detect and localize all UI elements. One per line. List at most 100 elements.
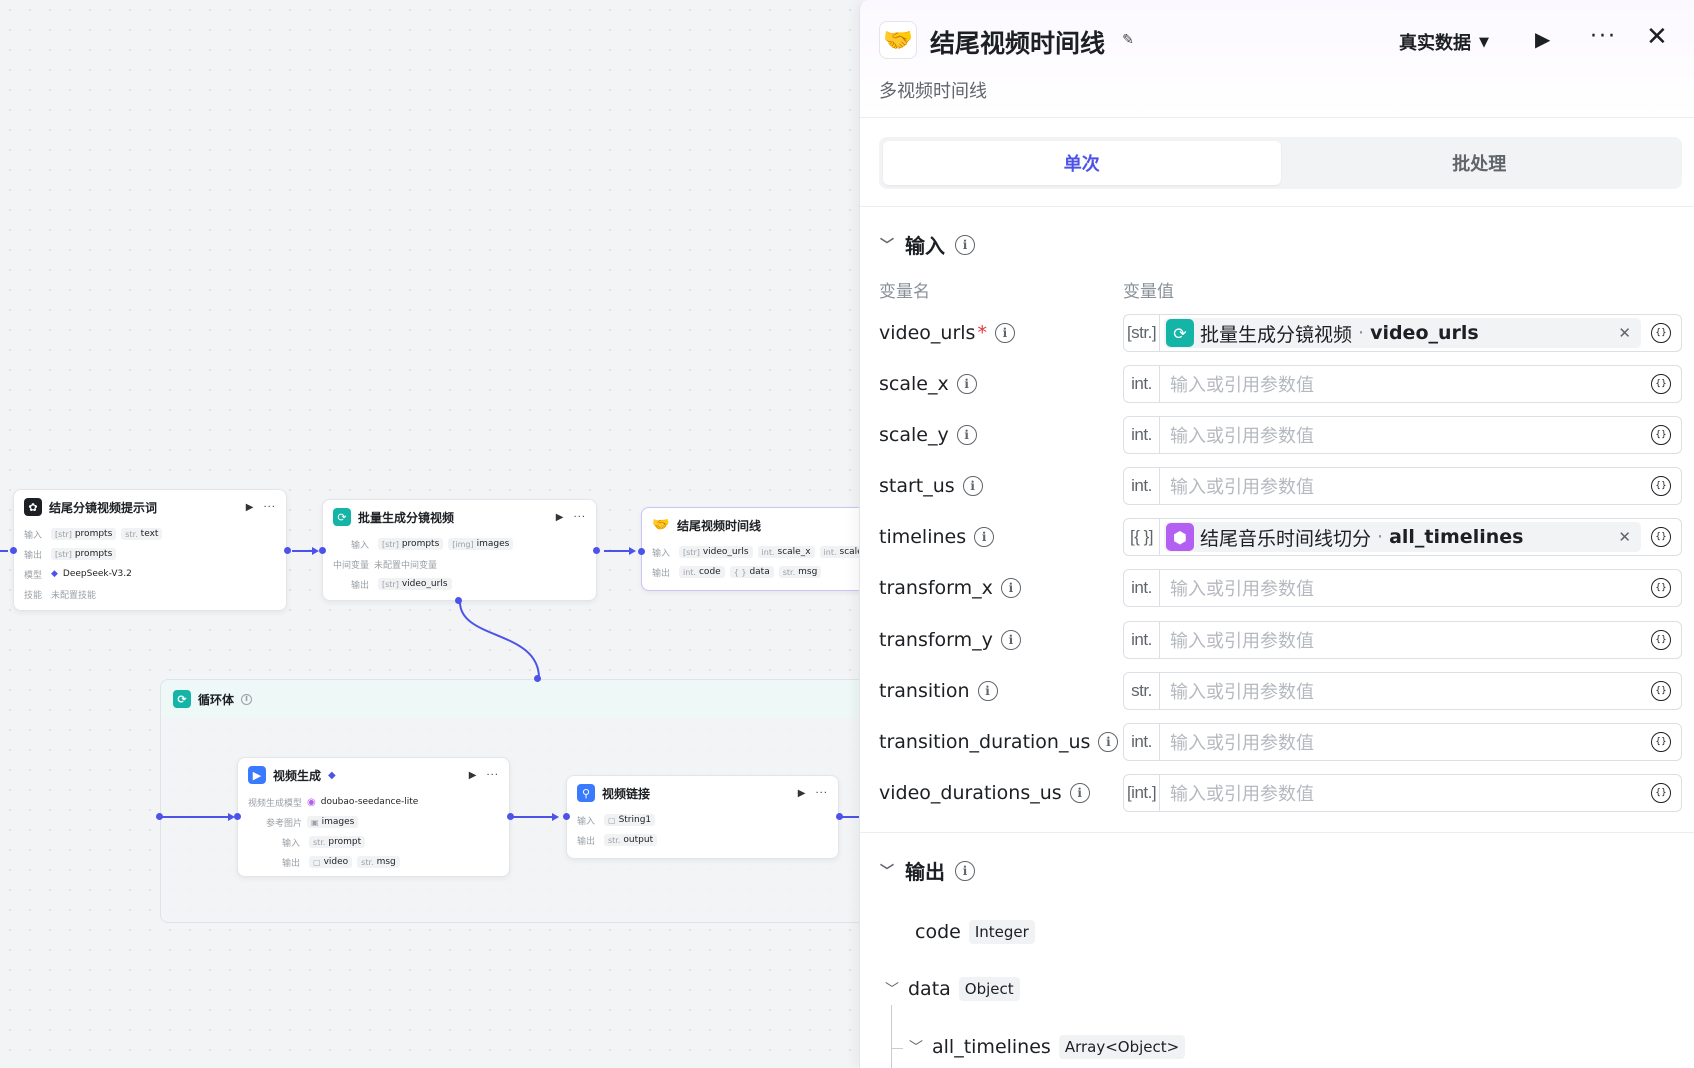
node-model-row: 模型 ◆ DeepSeek-V3.2: [14, 564, 286, 584]
info-icon[interactable]: i: [977, 681, 998, 701]
node-ending-video-timeline[interactable]: 🤝 结尾视频时间线 输入 [str] video_urls int. scale_x…: [638, 507, 860, 591]
type-badge: str.: [1124, 673, 1160, 709]
param-value-field[interactable]: int. 输入或引用参数值 {}: [1123, 621, 1682, 659]
info-icon[interactable]: i: [955, 860, 975, 881]
chevron-down-icon[interactable]: ﹀: [884, 979, 900, 999]
reference-chip[interactable]: ⬢ 结尾音乐时间线切分 · all_timelines ✕: [1164, 522, 1641, 552]
panel-title[interactable]: 结尾视频时间线: [930, 24, 1105, 60]
info-icon[interactable]: i: [1000, 630, 1021, 650]
data-mode-dropdown[interactable]: 真实数据 ▼: [1399, 29, 1489, 55]
input-port[interactable]: [638, 548, 645, 555]
variable-ref-button[interactable]: {}: [1641, 630, 1681, 650]
param-value-field[interactable]: int. 输入或引用参数值 {}: [1123, 416, 1682, 454]
output-item-data[interactable]: ﹀ data Object: [884, 977, 1020, 1001]
input-port[interactable]: [319, 547, 326, 554]
output-section-title: 输出: [905, 860, 945, 884]
input-port[interactable]: [234, 813, 241, 820]
output-port[interactable]: [836, 813, 843, 820]
clear-icon[interactable]: ✕: [1618, 528, 1631, 546]
variable-ref-button[interactable]: {}: [1641, 681, 1681, 701]
node-ending-storyboard-prompt[interactable]: ✿ 结尾分镜视频提示词 ▶ ··· 输入 [str] prompts str. tex…: [10, 489, 291, 611]
node-video-link[interactable]: ⚲ 视频链接 ▶ ··· 输入 ▢ String1 输出 str. output: [563, 775, 843, 859]
param-value-field[interactable]: int. 输入或引用参数值 {}: [1123, 467, 1682, 505]
type-badge: [int.]: [1124, 775, 1160, 811]
info-icon[interactable]: i: [1000, 578, 1021, 598]
variable-ref-button[interactable]: {}: [1641, 476, 1681, 496]
info-icon[interactable]: i: [1069, 783, 1090, 803]
node-more-icon[interactable]: ···: [263, 502, 276, 513]
panel-subtitle[interactable]: 多视频时间线: [879, 77, 987, 103]
variable-icon: {}: [1651, 425, 1671, 445]
chevron-down-icon[interactable]: ﹀: [879, 235, 895, 255]
node-more-icon[interactable]: ···: [815, 788, 828, 799]
param-value-field[interactable]: int. 输入或引用参数值 {}: [1123, 569, 1682, 607]
output-item-all-timelines[interactable]: ﹀ all_timelines Array<Object>: [908, 1035, 1186, 1059]
param-value-field[interactable]: [str.] ⟳ 批量生成分镜视频 · video_urls ✕ {}: [1123, 314, 1682, 352]
variable-ref-button[interactable]: {}: [1641, 323, 1681, 343]
edit-icon[interactable]: ✎: [1118, 30, 1138, 50]
param-input[interactable]: 输入或引用参数值: [1160, 729, 1641, 755]
info-icon[interactable]: i: [962, 476, 983, 496]
chevron-down-icon[interactable]: ﹀: [908, 1037, 924, 1057]
info-icon[interactable]: i: [974, 527, 995, 547]
tag: str. prompt: [309, 836, 366, 848]
input-port[interactable]: [563, 813, 570, 820]
param-input[interactable]: 输入或引用参数值: [1160, 473, 1641, 499]
info-icon[interactable]: i: [956, 374, 977, 394]
param-input[interactable]: 输入或引用参数值: [1160, 422, 1641, 448]
node-batch-video-gen[interactable]: ⟳ 批量生成分镜视频 ▶ ··· 输入 [str] prompts [img] ima…: [319, 499, 600, 604]
run-node-icon[interactable]: ▶: [556, 512, 564, 523]
run-icon[interactable]: ▶: [1535, 27, 1550, 51]
video-icon: ▶: [248, 766, 266, 784]
param-input[interactable]: 输入或引用参数值: [1160, 627, 1641, 653]
tab-batch[interactable]: 批处理: [1281, 141, 1679, 185]
param-row-transition-duration-us: transition_duration_us i int. 输入或引用参数值 {}: [879, 723, 1682, 761]
variable-ref-button[interactable]: {}: [1641, 783, 1681, 803]
loop-top-port[interactable]: [534, 675, 541, 682]
output-port[interactable]: [284, 547, 291, 554]
loop-port[interactable]: [455, 597, 462, 604]
param-input[interactable]: 输入或引用参数值: [1160, 371, 1641, 397]
variable-ref-button[interactable]: {}: [1641, 527, 1681, 547]
param-input[interactable]: 输入或引用参数值: [1160, 575, 1641, 601]
input-label: 输入: [652, 548, 671, 559]
variable-ref-button[interactable]: {}: [1641, 425, 1681, 445]
info-icon[interactable]: i: [956, 425, 977, 445]
clear-icon[interactable]: ✕: [1618, 324, 1631, 342]
panel-header: 🤝 结尾视频时间线 ✎ 多视频时间线 真实数据 ▼ ▶ ··· ✕: [860, 0, 1694, 118]
param-value-field[interactable]: [{ }] ⬢ 结尾音乐时间线切分 · all_timelines ✕ {}: [1123, 518, 1682, 556]
param-value-field[interactable]: int. 输入或引用参数值 {}: [1123, 365, 1682, 403]
info-icon[interactable]: i: [1098, 732, 1119, 752]
node-video-gen[interactable]: ▶ 视频生成 ◆ ▶ ··· 视频生成模型 ◉ doubao-seedance-l…: [234, 757, 514, 877]
workflow-canvas[interactable]: ✿ 结尾分镜视频提示词 ▶ ··· 输入 [str] prompts str. tex…: [0, 0, 860, 1068]
node-more-icon[interactable]: ···: [486, 770, 499, 781]
param-input[interactable]: 输入或引用参数值: [1160, 780, 1641, 806]
node-config-panel: 🤝 结尾视频时间线 ✎ 多视频时间线 真实数据 ▼ ▶ ··· ✕ 单次 批处理…: [859, 0, 1694, 1068]
variable-ref-button[interactable]: {}: [1641, 732, 1681, 752]
required-mark: *: [977, 322, 987, 344]
variable-icon: {}: [1651, 681, 1671, 701]
node-more-icon[interactable]: ···: [573, 512, 586, 523]
param-input[interactable]: 输入或引用参数值: [1160, 678, 1641, 704]
tab-single[interactable]: 单次: [883, 141, 1281, 185]
reference-chip[interactable]: ⟳ 批量生成分镜视频 · video_urls ✕: [1164, 318, 1641, 348]
close-icon[interactable]: ✕: [1646, 22, 1668, 52]
chevron-down-icon[interactable]: ﹀: [879, 861, 895, 881]
param-value-field[interactable]: int. 输入或引用参数值 {}: [1123, 723, 1682, 761]
run-node-icon[interactable]: ▶: [246, 502, 254, 513]
node-title: 视频链接: [602, 786, 651, 801]
input-port[interactable]: [10, 547, 17, 554]
run-node-icon[interactable]: ▶: [469, 770, 477, 781]
output-port[interactable]: [507, 813, 514, 820]
param-value-field[interactable]: [int.] 输入或引用参数值 {}: [1123, 774, 1682, 812]
param-value-field[interactable]: str. 输入或引用参数值 {}: [1123, 672, 1682, 710]
variable-ref-button[interactable]: {}: [1641, 578, 1681, 598]
input-section-header[interactable]: ﹀ 输入 i: [879, 230, 975, 259]
more-icon[interactable]: ···: [1590, 24, 1617, 49]
output-port[interactable]: [593, 547, 600, 554]
info-icon[interactable]: i: [994, 323, 1015, 343]
run-node-icon[interactable]: ▶: [798, 788, 806, 799]
output-section-header[interactable]: ﹀ 输出 i: [879, 856, 975, 885]
variable-ref-button[interactable]: {}: [1641, 374, 1681, 394]
info-icon[interactable]: i: [955, 234, 975, 255]
